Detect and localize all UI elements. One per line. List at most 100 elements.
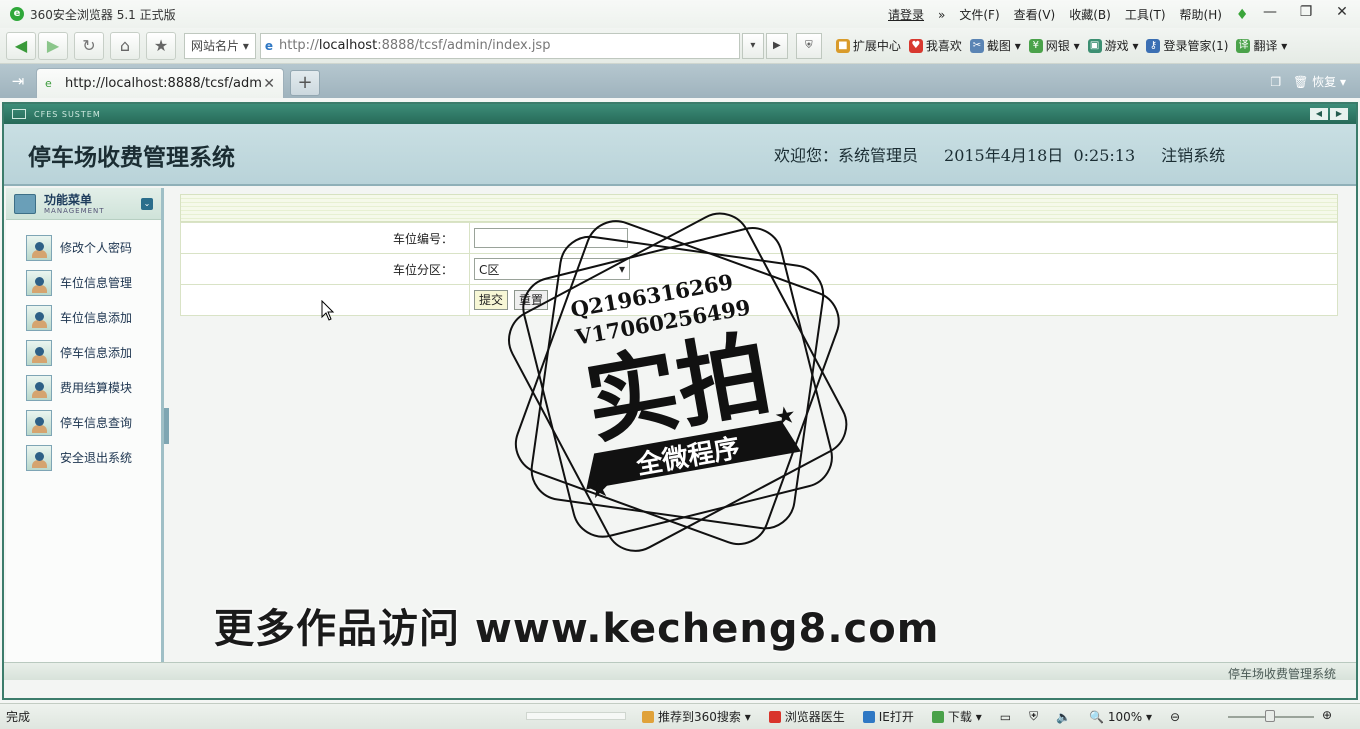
menu-chevron-icon: » (938, 7, 946, 22)
ie-open-button[interactable]: IE打开 (862, 708, 914, 725)
heart-icon: ♥ (908, 38, 923, 53)
menu-help[interactable]: 帮助(H) (1180, 6, 1222, 23)
like-button[interactable]: ♥ 我喜欢 (908, 37, 962, 54)
window-icon[interactable]: ▭ (1000, 710, 1011, 724)
zoom-control[interactable]: 🔍 100% ▾ (1089, 710, 1152, 724)
user-icon (26, 269, 52, 296)
ebank-label: 网银 (1045, 39, 1070, 53)
submit-button[interactable]: 提交 (474, 290, 509, 310)
restore-label: 恢复 (1312, 75, 1337, 89)
home-button[interactable]: ⌂ (110, 31, 140, 60)
menu-item-logout[interactable]: 安全退出系统 (6, 440, 161, 475)
form-row-zone: 车位分区： C区 ▾ (180, 253, 1338, 285)
maximize-button[interactable]: ❐ (1288, 0, 1324, 24)
tab-active[interactable]: e http://localhost:8888/tcsf/admin... ✕ (36, 68, 284, 98)
user-icon (26, 234, 52, 261)
back-button[interactable]: ◀ (6, 31, 36, 60)
space-add-form: 车位编号： 车位分区： C区 ▾ 提交 重置 (180, 222, 1338, 316)
zone-select[interactable]: C区 ▾ (474, 258, 630, 280)
menu-file[interactable]: 文件(F) (959, 6, 999, 23)
close-window-button[interactable]: ✕ (1324, 0, 1360, 24)
window-list-icon[interactable]: ❐ (1270, 75, 1281, 89)
screenshot-button[interactable]: ✂ 截图 ▾ (969, 37, 1021, 54)
menu-item-label: 车位信息管理 (60, 276, 133, 290)
forward-button[interactable]: ▶ (38, 31, 68, 60)
tab-close-icon[interactable]: ✕ (263, 76, 275, 92)
favorite-button[interactable]: ★ (146, 31, 176, 60)
restore-button[interactable]: 🗑 恢复 ▾ (1293, 73, 1346, 90)
sidebar-toggle-icon[interactable]: ⇥ (0, 64, 36, 98)
tab-bar: ⇥ e http://localhost:8888/tcsf/admin... … (0, 64, 1360, 98)
gamepad-icon: ▣ (1087, 38, 1102, 53)
user-icon (26, 444, 52, 471)
skin-shirt-icon[interactable]: ♦ (1236, 7, 1249, 23)
go-button[interactable]: ▶ (765, 32, 788, 59)
login-link[interactable]: 请登录 (888, 6, 924, 23)
menu-item-parking-add[interactable]: 停车信息添加 (6, 335, 161, 370)
menu-item-space-add[interactable]: 车位信息添加 (6, 300, 161, 335)
browser-title: 360安全浏览器 5.1 正式版 (30, 7, 176, 22)
download-label: 下载 (947, 710, 972, 724)
scissors-icon: ✂ (969, 38, 984, 53)
address-dropdown-button[interactable]: ▾ (741, 32, 764, 59)
translate-icon: 译 (1236, 38, 1251, 53)
form-row-buttons: 提交 重置 (180, 284, 1338, 316)
speaker-icon[interactable]: 🔈 (1056, 710, 1071, 724)
translate-button[interactable]: 译翻译 ▾ (1236, 37, 1287, 54)
menu-item-fee-settle[interactable]: 费用结算模块 (6, 370, 161, 405)
ie-open-label: IE打开 (878, 710, 914, 724)
like-label: 我喜欢 (925, 39, 962, 53)
shield-status-icon[interactable]: ⛨ (1029, 709, 1038, 724)
ie-icon (862, 710, 875, 723)
strip-right-arrow-icon[interactable]: ▶ (1330, 108, 1348, 120)
main-content: 车位编号： 车位分区： C区 ▾ 提交 重置 (180, 194, 1338, 316)
shield-button[interactable]: ⛨ (795, 32, 822, 59)
zoom-out-icon[interactable]: ⊖ (1170, 710, 1180, 724)
minimize-button[interactable]: — (1252, 0, 1288, 24)
login-manager-button[interactable]: ⚷ 登录管家(1) (1146, 37, 1228, 54)
logout-link[interactable]: 注销系统 (1161, 142, 1225, 166)
medical-cross-icon (768, 710, 781, 723)
menu-header-icon (14, 193, 36, 214)
address-bar[interactable]: e http://localhost:8888/tcsf/admin/index… (259, 32, 740, 59)
games-button[interactable]: ▣ 游戏 ▾ (1087, 37, 1138, 54)
menu-item-label: 车位信息添加 (60, 311, 133, 325)
sidebar-splitter[interactable] (164, 408, 169, 444)
reset-button[interactable]: 重置 (514, 290, 549, 310)
menu-item-change-password[interactable]: 修改个人密码 (6, 230, 161, 265)
extensions-button[interactable]: ■ 扩展中心 (835, 37, 901, 54)
recommend-360-button[interactable]: 推荐到360搜索 ▾ (642, 708, 751, 725)
watermark-site-line: 更多作品访问 www.kecheng8.com (214, 606, 940, 652)
browser-doctor-button[interactable]: 浏览器医生 (768, 708, 845, 725)
header-info: 欢迎您：系统管理员 2015年4月18日 0:25:13 注销系统 (774, 142, 1225, 166)
site-namecard-dropdown[interactable]: 网站名片 ▾ (184, 32, 256, 59)
monitor-icon (12, 109, 26, 119)
forward-arrow-icon: ▶ (46, 36, 60, 55)
app-top-strip: CFES SUSTEM ◀ ▶ (4, 104, 1356, 124)
menu-collapse-icon[interactable]: ⌄ (141, 198, 153, 210)
refresh-icon: ↻ (82, 36, 96, 55)
zoom-in-icon[interactable]: ⊕ (1322, 708, 1332, 722)
menu-title: 功能菜单 (44, 192, 93, 207)
strip-left-arrow-icon[interactable]: ◀ (1310, 108, 1328, 120)
status-items: 推荐到360搜索 ▾ 浏览器医生 IE打开 下载 ▾ ▭ ⛨ 🔈 🔍 100% … (642, 708, 1180, 725)
refresh-button[interactable]: ↻ (74, 31, 104, 60)
zoom-slider-knob[interactable] (1265, 710, 1275, 722)
menu-subtitle: MANAGEMENT (44, 206, 105, 215)
ebank-button[interactable]: ¥ 网银 ▾ (1028, 37, 1080, 54)
address-host: localhost (318, 38, 378, 53)
menu-favorites[interactable]: 收藏(B) (1069, 6, 1111, 23)
menu-item-space-manage[interactable]: 车位信息管理 (6, 265, 161, 300)
menu-item-parking-query[interactable]: 停车信息查询 (6, 405, 161, 440)
zone-label: 车位分区： (180, 253, 470, 285)
download-button[interactable]: 下载 ▾ (931, 708, 982, 725)
toolbar-extensions: ■ 扩展中心 ♥ 我喜欢 ✂ 截图 ▾ ¥ 网银 ▾ ▣ 游戏 ▾ ⚷ 登录管家(1) 译翻… (828, 37, 1287, 54)
new-tab-button[interactable]: + (290, 70, 320, 96)
space-no-input[interactable] (474, 228, 628, 248)
window-controls: — ❐ ✕ (1252, 0, 1360, 24)
star-icon: ★ (153, 36, 169, 55)
menu-tools[interactable]: 工具(T) (1125, 6, 1166, 23)
app-header: 停车场收费管理系统 欢迎您：系统管理员 2015年4月18日 0:25:13 注… (4, 124, 1356, 186)
menu-view[interactable]: 查看(V) (1014, 6, 1056, 23)
app-strip-label: CFES SUSTEM (12, 109, 101, 119)
